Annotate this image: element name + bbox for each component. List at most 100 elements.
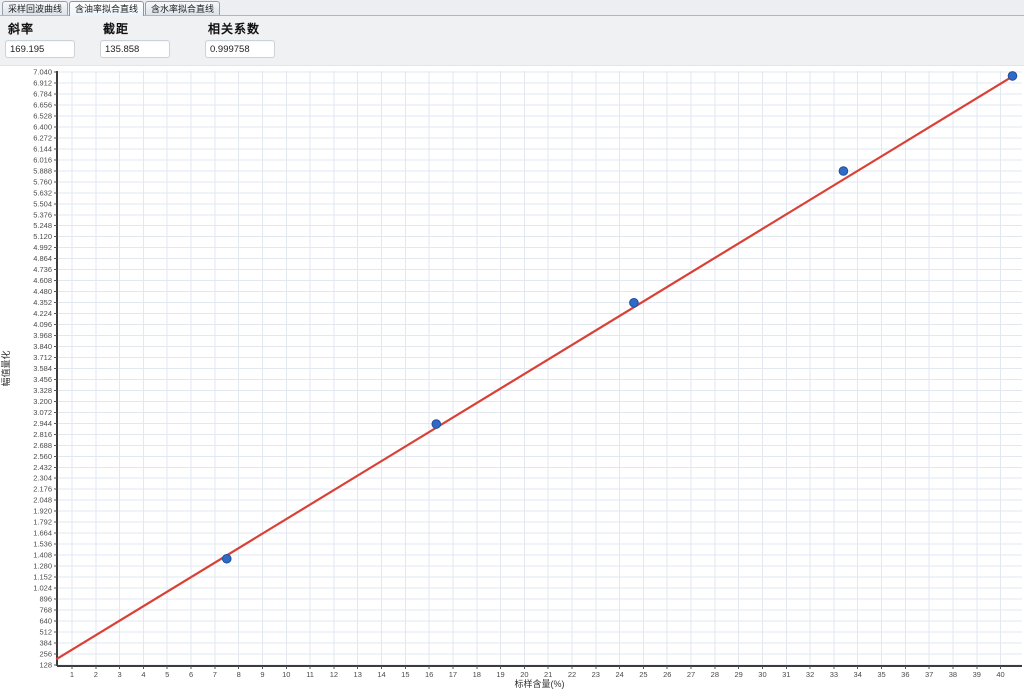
intercept-label: 截距 (100, 18, 205, 40)
svg-text:20: 20 (520, 670, 528, 679)
svg-text:32: 32 (806, 670, 814, 679)
svg-text:6.016: 6.016 (33, 155, 52, 164)
svg-text:22: 22 (568, 670, 576, 679)
svg-text:5.120: 5.120 (33, 232, 52, 241)
tab-oil-content-fit-line[interactable]: 含油率拟合直线 (69, 1, 144, 16)
slope-label: 斜率 (5, 18, 100, 40)
calibration-scatter-chart: 1234567891011121314151617181920212223242… (0, 66, 1024, 692)
svg-text:6.144: 6.144 (33, 144, 52, 153)
svg-text:24: 24 (615, 670, 623, 679)
svg-text:28: 28 (711, 670, 719, 679)
svg-text:6.912: 6.912 (33, 79, 52, 88)
svg-text:2.816: 2.816 (33, 430, 52, 439)
slope-input[interactable] (5, 40, 75, 58)
svg-text:896: 896 (39, 595, 52, 604)
svg-text:3.456: 3.456 (33, 375, 52, 384)
svg-text:3.968: 3.968 (33, 331, 52, 340)
tab-water-content-fit-line[interactable]: 含水率拟合直线 (145, 1, 220, 15)
svg-text:18: 18 (473, 670, 481, 679)
intercept-field-group: 截距 (100, 18, 205, 58)
fit-parameters: 斜率 截距 相关系数 (0, 16, 1024, 65)
svg-text:11: 11 (306, 670, 314, 679)
correlation-input[interactable] (205, 40, 275, 58)
svg-text:29: 29 (734, 670, 742, 679)
svg-text:26: 26 (663, 670, 671, 679)
svg-text:30: 30 (758, 670, 766, 679)
svg-text:幅值量化: 幅值量化 (0, 350, 11, 386)
svg-text:6.784: 6.784 (33, 89, 52, 98)
slope-field-group: 斜率 (5, 18, 100, 58)
svg-text:5.504: 5.504 (33, 199, 52, 208)
svg-text:3.712: 3.712 (33, 353, 52, 362)
svg-text:1: 1 (70, 670, 74, 679)
svg-text:3.072: 3.072 (33, 408, 52, 417)
svg-text:8: 8 (237, 670, 241, 679)
svg-text:6.656: 6.656 (33, 100, 52, 109)
svg-text:5: 5 (165, 670, 169, 679)
svg-text:768: 768 (39, 605, 52, 614)
svg-text:40: 40 (996, 670, 1004, 679)
svg-text:25: 25 (639, 670, 647, 679)
svg-text:4.608: 4.608 (33, 276, 52, 285)
svg-text:1.664: 1.664 (33, 529, 52, 538)
svg-text:4: 4 (141, 670, 145, 679)
svg-text:4.864: 4.864 (33, 254, 52, 263)
svg-text:4.480: 4.480 (33, 287, 52, 296)
svg-text:39: 39 (973, 670, 981, 679)
svg-text:21: 21 (544, 670, 552, 679)
svg-text:1.920: 1.920 (33, 507, 52, 516)
svg-text:384: 384 (39, 638, 52, 647)
svg-text:512: 512 (39, 627, 52, 636)
svg-text:4.736: 4.736 (33, 265, 52, 274)
svg-text:36: 36 (901, 670, 909, 679)
svg-text:3.840: 3.840 (33, 342, 52, 351)
svg-text:1.152: 1.152 (33, 573, 52, 582)
svg-text:4.096: 4.096 (33, 320, 52, 329)
svg-text:1.408: 1.408 (33, 551, 52, 560)
svg-text:12: 12 (330, 670, 338, 679)
svg-text:4.352: 4.352 (33, 298, 52, 307)
svg-text:3.200: 3.200 (33, 397, 52, 406)
svg-text:15: 15 (401, 670, 409, 679)
svg-text:5.888: 5.888 (33, 166, 52, 175)
svg-text:37: 37 (925, 670, 933, 679)
svg-text:34: 34 (854, 670, 862, 679)
svg-text:19: 19 (496, 670, 504, 679)
svg-text:5.248: 5.248 (33, 221, 52, 230)
svg-text:16: 16 (425, 670, 433, 679)
svg-text:3: 3 (118, 670, 122, 679)
svg-text:1.280: 1.280 (33, 562, 52, 571)
svg-text:27: 27 (687, 670, 695, 679)
svg-text:128: 128 (39, 660, 52, 669)
svg-text:23: 23 (592, 670, 600, 679)
tab-sample-echo-curve[interactable]: 采样回波曲线 (2, 1, 68, 15)
chart-area: 1234567891011121314151617181920212223242… (0, 66, 1024, 697)
svg-text:1.792: 1.792 (33, 518, 52, 527)
svg-text:33: 33 (830, 670, 838, 679)
svg-text:640: 640 (39, 616, 52, 625)
svg-text:38: 38 (949, 670, 957, 679)
svg-text:6.272: 6.272 (33, 133, 52, 142)
app-window: 采样回波曲线 含油率拟合直线 含水率拟合直线 斜率 截距 相关系数 123456… (0, 0, 1024, 681)
svg-text:35: 35 (877, 670, 885, 679)
svg-text:4.992: 4.992 (33, 243, 52, 252)
svg-text:31: 31 (782, 670, 790, 679)
svg-text:6.528: 6.528 (33, 111, 52, 120)
svg-text:9: 9 (260, 670, 264, 679)
correlation-label: 相关系数 (205, 18, 325, 40)
svg-text:14: 14 (377, 670, 385, 679)
svg-text:2.176: 2.176 (33, 485, 52, 494)
svg-text:256: 256 (39, 649, 52, 658)
svg-text:10: 10 (282, 670, 290, 679)
svg-text:7: 7 (213, 670, 217, 679)
svg-text:3.328: 3.328 (33, 386, 52, 395)
svg-text:17: 17 (449, 670, 457, 679)
svg-text:2.944: 2.944 (33, 419, 52, 428)
svg-text:1.536: 1.536 (33, 540, 52, 549)
svg-text:2.048: 2.048 (33, 496, 52, 505)
svg-text:6: 6 (189, 670, 193, 679)
intercept-input[interactable] (100, 40, 170, 58)
svg-text:6.400: 6.400 (33, 122, 52, 131)
svg-text:13: 13 (354, 670, 362, 679)
svg-text:2.560: 2.560 (33, 452, 52, 461)
